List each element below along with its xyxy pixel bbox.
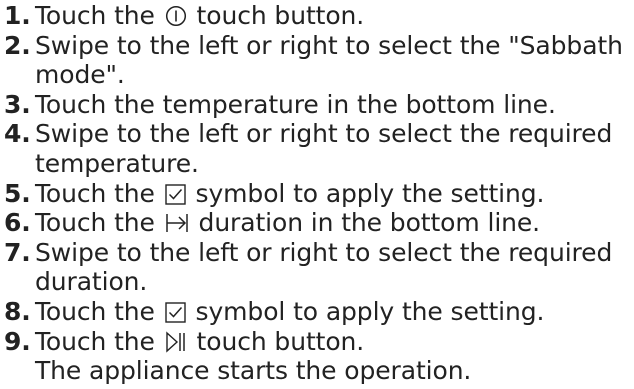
- step-text-after: touch button.: [196, 1, 365, 30]
- step-text: Swipe to the left or right to select the…: [35, 237, 613, 297]
- step-5: 5. Touch the symbol to apply the setting…: [0, 179, 634, 209]
- step-text: Touch the symbol to apply the setting.: [35, 179, 634, 209]
- duration-icon: [165, 212, 189, 234]
- step-text-after: symbol to apply the setting.: [195, 296, 545, 326]
- step-1: 1. Touch the touch button.: [0, 1, 634, 31]
- step-number: 8.: [4, 296, 31, 326]
- step-2: 2. Swipe to the left or right to select …: [0, 31, 634, 90]
- step-number: 9.: [4, 326, 31, 356]
- step-text: Touch the touch button. The appliance st…: [35, 327, 634, 386]
- step-6: 6. Touch the duration in the bottom line…: [0, 208, 634, 238]
- step-3: 3. Touch the temperature in the bottom l…: [0, 90, 634, 120]
- step-text-before: Touch the: [35, 178, 155, 208]
- step-text-before: Touch the: [35, 1, 155, 30]
- step-9: 9. Touch the touch button. The appliance…: [0, 327, 634, 386]
- step-text: Touch the touch button.: [35, 1, 634, 31]
- instruction-steps: 1. Touch the touch button. 2. Swipe to t…: [0, 0, 634, 389]
- step-number: 6.: [4, 208, 31, 238]
- step-text-after: touch button.: [196, 326, 365, 356]
- step-text-after: duration in the bottom line.: [198, 208, 541, 238]
- step-7: 7. Swipe to the left or right to select …: [0, 238, 634, 297]
- step-text: Touch the temperature in the bottom line…: [35, 89, 556, 119]
- step-text-before: Touch the: [35, 296, 155, 326]
- step-text: Swipe to the left or right to select the…: [35, 119, 613, 178]
- step-number: 5.: [4, 178, 31, 208]
- step-text: Swipe to the left or right to select the…: [35, 30, 623, 90]
- start-pause-icon: [165, 330, 187, 353]
- step-number: 7.: [4, 237, 31, 267]
- step-text-before: Touch the: [35, 326, 155, 356]
- step-8: 8. Touch the symbol to apply the setting…: [0, 297, 634, 327]
- step-number: 3.: [4, 89, 31, 119]
- step-text-before: Touch the: [35, 208, 155, 238]
- step-number: 4.: [4, 119, 31, 149]
- checkbox-tick-icon: [164, 302, 186, 323]
- step-number: 2.: [4, 30, 31, 60]
- step-result-note: The appliance starts the operation.: [35, 356, 472, 386]
- step-text: Touch the symbol to apply the setting.: [35, 297, 634, 327]
- checkbox-tick-icon: [164, 183, 186, 205]
- power-icon: [165, 5, 187, 27]
- step-number: 1.: [4, 1, 31, 30]
- step-4: 4. Swipe to the left or right to select …: [0, 119, 634, 178]
- step-text: Touch the duration in the bottom line.: [35, 208, 634, 238]
- step-text-after: symbol to apply the setting.: [195, 178, 545, 208]
